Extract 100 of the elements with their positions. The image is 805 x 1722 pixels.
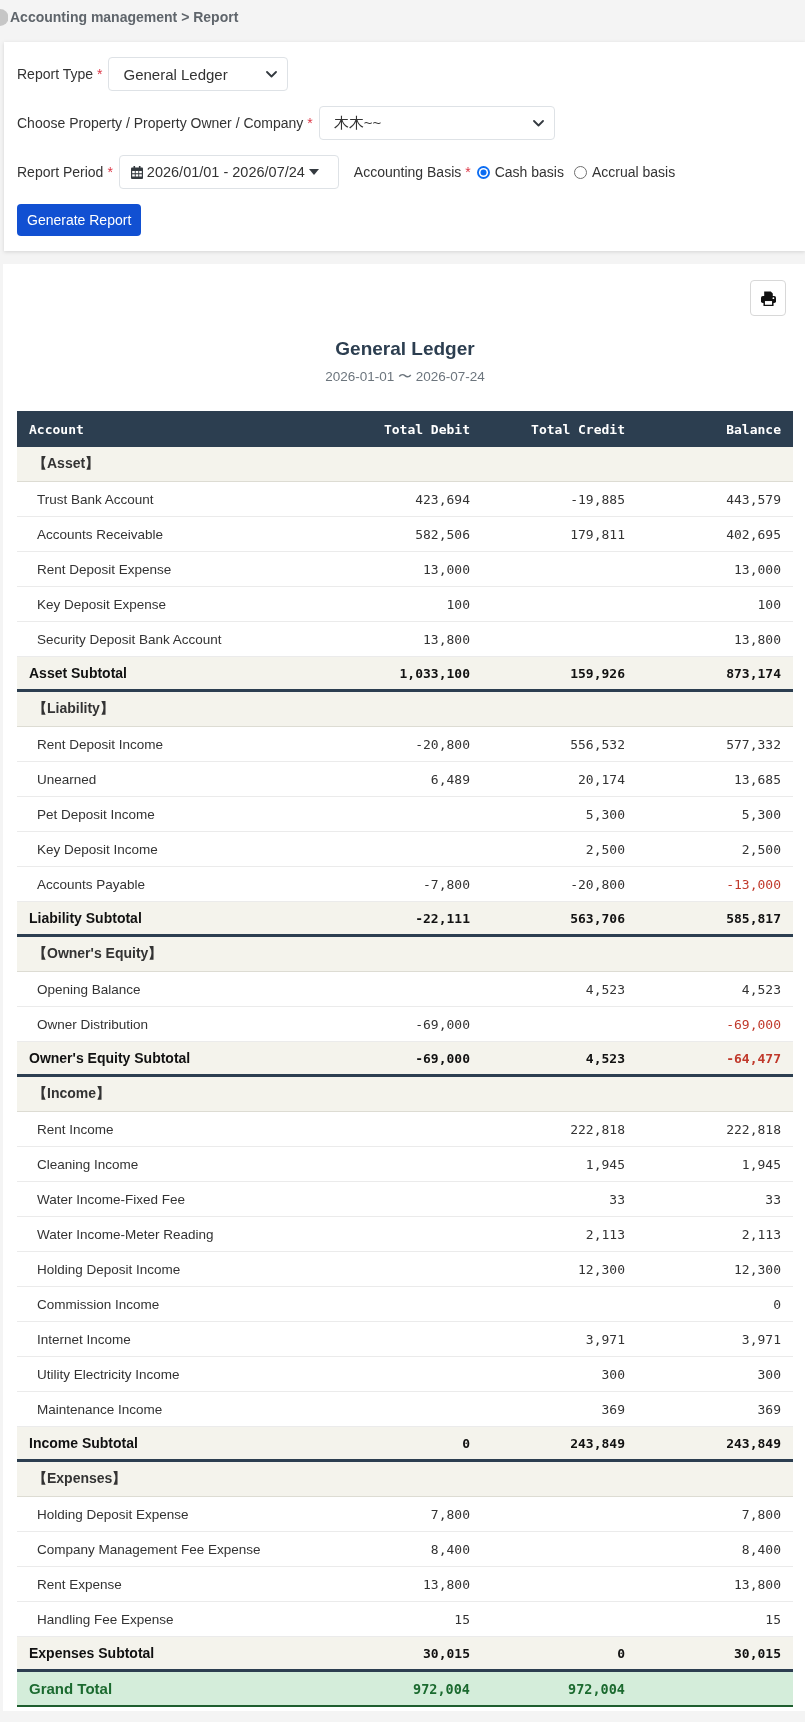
balance-amount: 4,523 xyxy=(741,981,781,997)
report-type-select[interactable]: General Ledger xyxy=(108,57,289,91)
debit-amount: 972,004 xyxy=(413,1680,470,1697)
credit-amount: 300 xyxy=(601,1366,625,1382)
section-title: 【Income】 xyxy=(33,1085,110,1103)
account-name: Unearned xyxy=(37,771,97,787)
balance-amount: 0 xyxy=(773,1296,781,1312)
radio-icon[interactable] xyxy=(573,165,587,179)
account-name: Commission Income xyxy=(37,1296,160,1312)
debit-amount: 13,800 xyxy=(423,631,470,647)
balance-amount: 8,400 xyxy=(741,1541,781,1557)
debit-amount: -69,000 xyxy=(415,1016,470,1032)
debit-amount: -69,000 xyxy=(415,1050,470,1066)
account-name: Holding Deposit Expense xyxy=(37,1506,189,1522)
breadcrumb: Accounting management > Report xyxy=(10,9,239,25)
column-header: Account xyxy=(29,421,84,437)
field-label: Accounting Basis xyxy=(353,164,462,180)
account-name: Key Deposit Income xyxy=(37,841,158,857)
balance-amount: 443,579 xyxy=(726,491,781,507)
credit-amount: 179,811 xyxy=(570,526,625,542)
account-name: Key Deposit Expense xyxy=(37,596,167,612)
balance-amount: 222,818 xyxy=(726,1121,781,1137)
column-header: Balance xyxy=(726,421,781,437)
debit-amount: -20,800 xyxy=(415,736,470,752)
radio-icon[interactable] xyxy=(476,165,490,179)
credit-amount: 1,945 xyxy=(585,1156,625,1172)
account-name: Water Income-Meter Reading xyxy=(37,1226,214,1242)
required-mark: * xyxy=(307,115,313,131)
credit-amount: 369 xyxy=(601,1401,625,1417)
credit-amount: 243,849 xyxy=(570,1435,625,1451)
account-name: Rent Deposit Income xyxy=(37,736,164,752)
required-mark: * xyxy=(97,66,103,82)
calendar-icon xyxy=(130,165,143,179)
print-icon xyxy=(760,290,776,306)
balance-amount: 13,800 xyxy=(734,1576,781,1592)
credit-amount: 20,174 xyxy=(578,771,625,787)
credit-amount: 222,818 xyxy=(570,1121,625,1137)
debit-amount: 15 xyxy=(454,1611,470,1627)
debit-amount: 13,000 xyxy=(423,561,470,577)
print-button[interactable] xyxy=(750,280,786,316)
subtotal-label: Income Subtotal xyxy=(29,1435,138,1451)
caret-down-icon xyxy=(308,169,319,175)
credit-amount: 2,113 xyxy=(585,1226,625,1242)
date-range-picker[interactable]: 2026/01/01 - 2026/07/24 xyxy=(118,155,339,189)
debit-amount: 582,506 xyxy=(415,526,470,542)
required-mark: * xyxy=(465,164,471,180)
field-label: Choose Property / Property Owner / Company xyxy=(17,115,304,131)
balance-amount: 3,971 xyxy=(741,1331,781,1347)
radio-option[interactable]: Accrual basis xyxy=(573,164,676,180)
report-period: 2026-01-01 〜 2026-07-24 xyxy=(325,368,485,386)
section-title: 【Expenses】 xyxy=(33,1470,127,1488)
account-name: Accounts Receivable xyxy=(37,526,164,542)
radio-option[interactable]: Cash basis xyxy=(476,164,564,180)
account-name: Owner Distribution xyxy=(37,1016,149,1032)
column-header: Total Debit xyxy=(383,421,470,437)
credit-amount: 2,500 xyxy=(585,841,625,857)
account-name: Maintenance Income xyxy=(37,1401,163,1417)
account-name: Handling Fee Expense xyxy=(37,1611,174,1627)
report-title: General Ledger xyxy=(335,337,475,361)
balance-amount: 30,015 xyxy=(734,1645,781,1661)
balance-amount: 15 xyxy=(765,1611,781,1627)
balance-amount: 7,800 xyxy=(741,1506,781,1522)
balance-amount: 2,113 xyxy=(741,1226,781,1242)
column-header: Total Credit xyxy=(531,421,625,437)
grand-total-label: Grand Total xyxy=(29,1680,113,1697)
account-name: Pet Deposit Income xyxy=(37,806,155,822)
subtotal-label: Expenses Subtotal xyxy=(29,1645,155,1661)
debit-amount: 13,800 xyxy=(423,1576,470,1592)
chevron-down-icon xyxy=(532,119,544,127)
debit-amount: -7,800 xyxy=(423,876,470,892)
debit-amount: 0 xyxy=(462,1435,470,1451)
account-name: Internet Income xyxy=(37,1331,131,1347)
account-name: Rent Income xyxy=(37,1121,114,1137)
debit-amount: 1,033,100 xyxy=(399,665,470,681)
property-select[interactable]: 木木~~ xyxy=(318,106,555,140)
debit-amount: -22,111 xyxy=(415,910,470,926)
credit-amount: 3,971 xyxy=(585,1331,625,1347)
field-label: Report Period xyxy=(17,164,104,180)
credit-amount: 4,523 xyxy=(585,1050,625,1066)
balance-amount: 2,500 xyxy=(741,841,781,857)
account-name: Utility Electricity Income xyxy=(37,1366,180,1382)
field-label: Report Type xyxy=(17,66,93,82)
credit-amount: 12,300 xyxy=(578,1261,625,1277)
credit-amount: 4,523 xyxy=(585,981,625,997)
balance-amount: 402,695 xyxy=(726,526,781,542)
account-name: Cleaning Income xyxy=(37,1156,139,1172)
balance-amount: 33 xyxy=(765,1191,781,1207)
subtotal-label: Liability Subtotal xyxy=(29,910,142,926)
credit-amount: 5,300 xyxy=(585,806,625,822)
account-name: Opening Balance xyxy=(37,981,141,997)
balance-amount: 13,800 xyxy=(734,631,781,647)
balance-amount: 369 xyxy=(757,1401,781,1417)
account-name: Company Management Fee Expense xyxy=(37,1541,261,1557)
debit-amount: 100 xyxy=(446,596,470,612)
chevron-down-icon xyxy=(266,70,278,78)
credit-amount: 563,706 xyxy=(570,910,625,926)
credit-amount: 33 xyxy=(609,1191,625,1207)
generate-report-button[interactable]: Generate Report xyxy=(17,204,142,236)
section-title: 【Owner's Equity】 xyxy=(33,945,163,963)
account-name: Holding Deposit Income xyxy=(37,1261,181,1277)
